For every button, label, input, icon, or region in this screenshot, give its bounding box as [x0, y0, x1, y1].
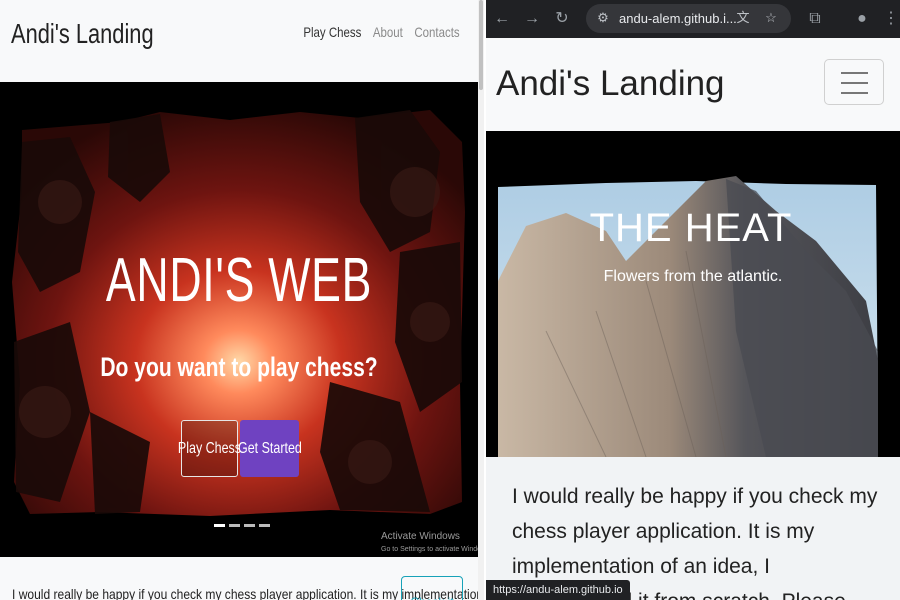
nav-link-contacts[interactable]: Contacts	[415, 24, 460, 40]
address-bar-url[interactable]: andu-alem.github.i...	[619, 11, 737, 26]
navbar: Andi's Landing Play Chess About Contacts	[0, 0, 484, 82]
translate-icon[interactable]: 文	[734, 9, 752, 27]
scrollbar-thumb[interactable]	[479, 0, 483, 90]
menu-icon[interactable]: ⋮	[881, 9, 900, 29]
back-icon[interactable]: ←	[492, 9, 512, 29]
nav-link-play-chess[interactable]: Play Chess	[304, 24, 362, 40]
carousel-indicator[interactable]	[229, 524, 240, 527]
intro-section: I would really be happy if you check my …	[0, 557, 484, 600]
forward-icon[interactable]: →	[522, 9, 542, 29]
left-pane: Andi's Landing Play Chess About Contacts	[0, 0, 484, 600]
link-status-bar: https://andu-alem.github.io	[486, 580, 630, 600]
navbar-toggler-hamburger-icon[interactable]	[824, 59, 884, 105]
navbar: Andi's Landing	[486, 38, 900, 131]
hero-subtitle: Do you want to play chess?	[100, 352, 378, 382]
address-bar[interactable]: ⚙ andu-alem.github.i... 文 ☆	[586, 4, 791, 33]
carousel-indicator[interactable]	[214, 524, 225, 527]
check-it-out-button[interactable]: Check it out	[401, 576, 463, 600]
right-pane-browser: ← → ↻ ⚙ andu-alem.github.i... 文 ☆ ⧉ ● ⋮ …	[486, 0, 900, 600]
browser-toolbar: ← → ↻ ⚙ andu-alem.github.i... 文 ☆ ⧉ ● ⋮	[486, 0, 900, 38]
play-chess-button[interactable]: Play Chess	[178, 420, 241, 477]
nav-link-about[interactable]: About	[373, 24, 403, 40]
hero-subtitle: Flowers from the atlantic.	[603, 268, 783, 285]
hero-title: THE HEAT	[589, 206, 793, 250]
navbar-brand[interactable]: Andi's Landing	[11, 18, 154, 50]
reload-icon[interactable]: ↻	[552, 9, 572, 29]
star-icon[interactable]: ☆	[762, 9, 780, 27]
hero-background-image	[486, 131, 900, 457]
get-started-button[interactable]: Get Started	[238, 420, 301, 477]
hero-title: ANDI'S WEB	[105, 246, 373, 315]
intro-section: I would really be happy if you check my …	[486, 457, 900, 600]
nav-links: Play Chess About Contacts	[304, 24, 460, 40]
navbar-brand[interactable]: Andi's Landing	[496, 64, 725, 104]
hero-carousel: THE HEAT Flowers from the atlantic.	[486, 131, 900, 457]
scrollbar[interactable]	[478, 0, 484, 600]
carousel-indicator[interactable]	[259, 524, 270, 527]
carousel-indicator[interactable]	[244, 524, 255, 527]
extensions-icon[interactable]: ⧉	[805, 9, 825, 29]
carousel-indicators	[214, 524, 270, 527]
activate-windows-watermark: Activate Windows Go to Settings to activ…	[381, 531, 478, 553]
hero-carousel: ANDI'S WEB Do you want to play chess? Pl…	[0, 82, 478, 557]
profile-icon[interactable]: ●	[852, 9, 872, 29]
site-info-icon[interactable]: ⚙	[594, 9, 612, 27]
hero-background-image	[0, 82, 478, 557]
